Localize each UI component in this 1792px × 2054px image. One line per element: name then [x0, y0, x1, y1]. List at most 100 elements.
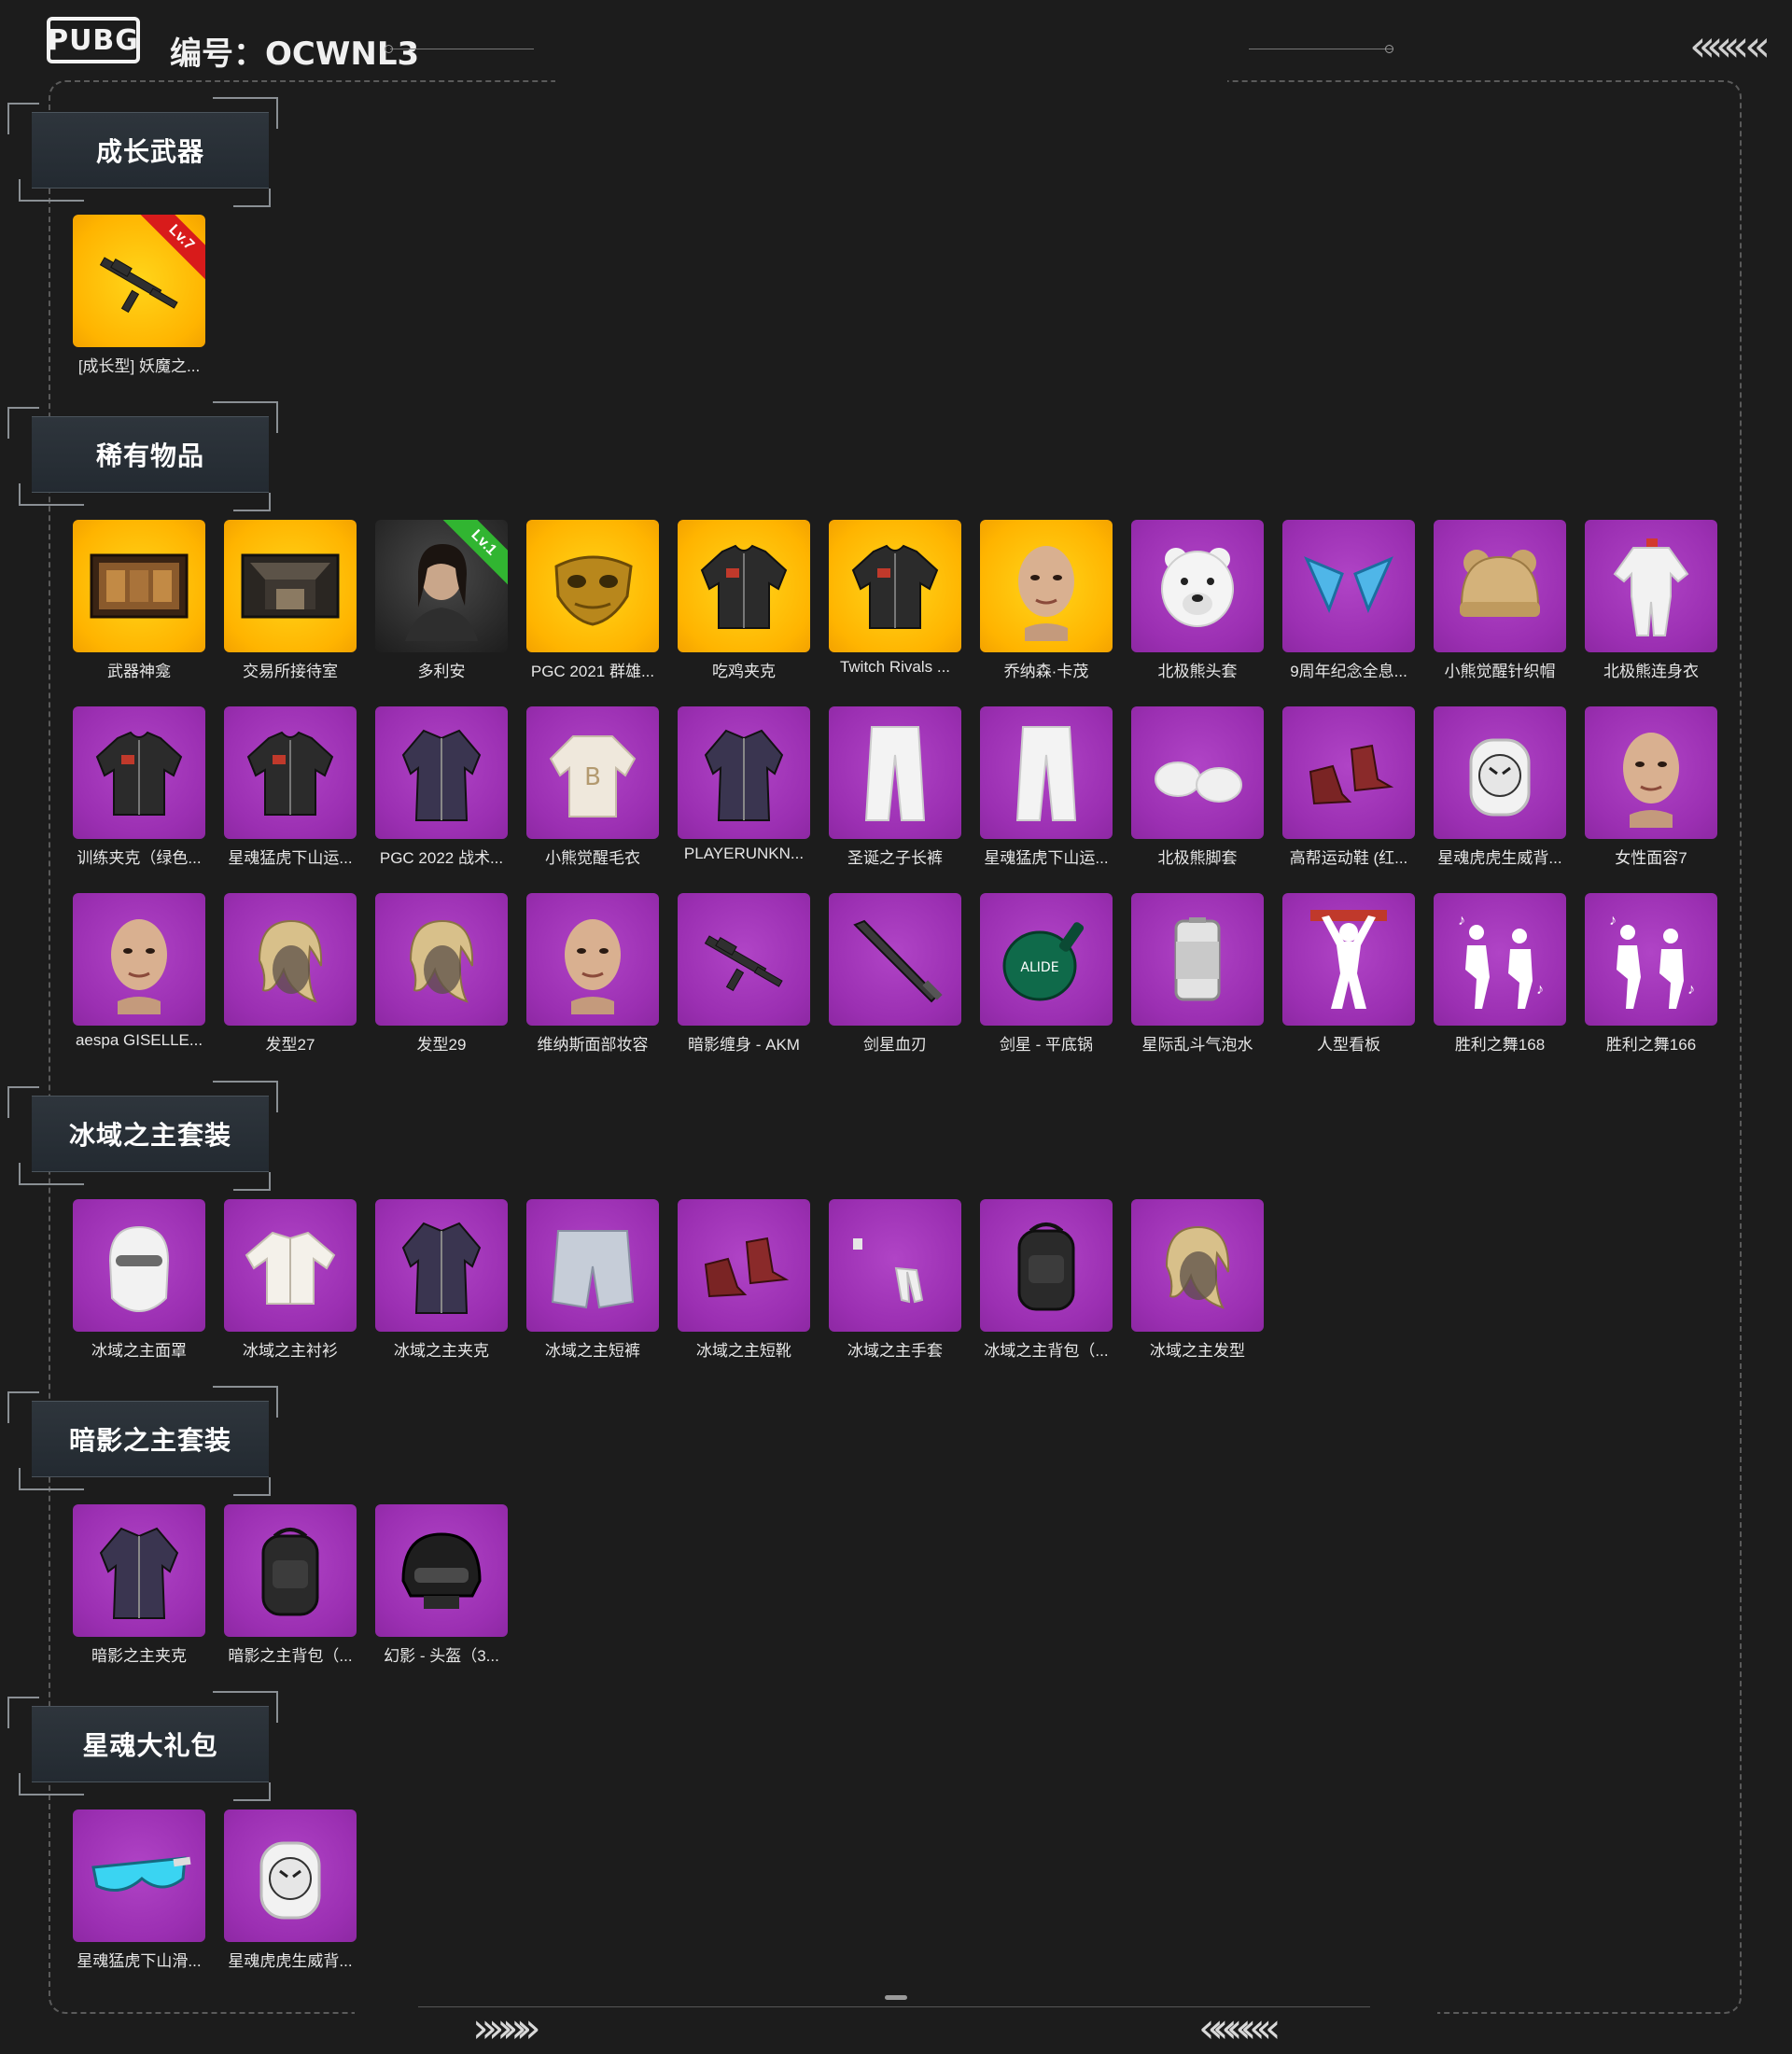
- item-thumbnail[interactable]: [678, 1199, 810, 1332]
- item-thumbnail[interactable]: [1585, 706, 1717, 839]
- inventory-item[interactable]: 暗影之主背包（...: [224, 1504, 357, 1668]
- inventory-item[interactable]: 北极熊头套: [1131, 520, 1264, 683]
- item-thumbnail[interactable]: [1131, 1199, 1264, 1332]
- item-thumbnail[interactable]: [526, 520, 659, 652]
- item-thumbnail[interactable]: [224, 893, 357, 1026]
- item-thumbnail[interactable]: [1131, 893, 1264, 1026]
- item-thumbnail[interactable]: Lv.7: [73, 215, 205, 347]
- inventory-item[interactable]: 冰域之主背包（...: [980, 1199, 1113, 1362]
- inventory-item[interactable]: 交易所接待室: [224, 520, 357, 683]
- inventory-item[interactable]: 乔纳森·卡茂: [980, 520, 1113, 683]
- inventory-item[interactable]: 圣诞之子长裤: [829, 706, 961, 870]
- inventory-item[interactable]: 暗影之主夹克: [73, 1504, 205, 1668]
- item-thumbnail[interactable]: [678, 706, 810, 839]
- item-thumbnail[interactable]: Lv.1: [375, 520, 508, 652]
- inventory-item[interactable]: 冰域之主衬衫: [224, 1199, 357, 1362]
- item-thumbnail[interactable]: [224, 1199, 357, 1332]
- inventory-item[interactable]: PLAYERUNKN...: [678, 706, 810, 870]
- inventory-item[interactable]: 人型看板: [1282, 893, 1415, 1056]
- item-thumbnail[interactable]: [829, 520, 961, 652]
- inventory-item[interactable]: 冰域之主发型: [1131, 1199, 1264, 1362]
- inventory-item[interactable]: 星际乱斗气泡水: [1131, 893, 1264, 1056]
- inventory-item[interactable]: 星魂猛虎下山运...: [980, 706, 1113, 870]
- inventory-item[interactable]: 幻影 - 头盔（3...: [375, 1504, 508, 1668]
- item-thumbnail[interactable]: [526, 1199, 659, 1332]
- item-thumbnail[interactable]: [829, 706, 961, 839]
- item-thumbnail[interactable]: [375, 893, 508, 1026]
- inventory-item[interactable]: 高帮运动鞋 (红...: [1282, 706, 1415, 870]
- item-thumbnail[interactable]: ♪ ♪: [1434, 893, 1566, 1026]
- inventory-item[interactable]: 星魂猛虎下山运...: [224, 706, 357, 870]
- inventory-item[interactable]: 北极熊连身衣: [1585, 520, 1717, 683]
- item-thumbnail[interactable]: [73, 893, 205, 1026]
- inventory-item[interactable]: ALIDE 剑星 - 平底锅: [980, 893, 1113, 1056]
- page-prev-chevron-icon[interactable]: «««« «: [1198, 2005, 1281, 2052]
- item-thumbnail[interactable]: [73, 1504, 205, 1637]
- inventory-item[interactable]: 小熊觉醒针织帽: [1434, 520, 1566, 683]
- nav-chevron-icon[interactable]: ««« «: [1689, 21, 1771, 71]
- scroll-handle[interactable]: [885, 1995, 907, 2000]
- inventory-item[interactable]: 北极熊脚套: [1131, 706, 1264, 870]
- item-thumbnail[interactable]: [1434, 520, 1566, 652]
- item-thumbnail[interactable]: [526, 893, 659, 1026]
- inventory-item[interactable]: 武器神龛: [73, 520, 205, 683]
- item-thumbnail[interactable]: B: [526, 706, 659, 839]
- item-thumbnail[interactable]: [375, 1504, 508, 1637]
- inventory-item[interactable]: aespa GISELLE...: [73, 893, 205, 1056]
- inventory-item[interactable]: PGC 2021 群雄...: [526, 520, 659, 683]
- inventory-item[interactable]: 冰域之主手套: [829, 1199, 961, 1362]
- item-thumbnail[interactable]: [375, 1199, 508, 1332]
- item-thumbnail[interactable]: [73, 520, 205, 652]
- svg-text:♪: ♪: [1687, 982, 1695, 998]
- item-thumbnail[interactable]: [1434, 706, 1566, 839]
- item-thumbnail[interactable]: [224, 706, 357, 839]
- item-thumbnail[interactable]: [1282, 706, 1415, 839]
- inventory-item[interactable]: 维纳斯面部妆容: [526, 893, 659, 1056]
- item-thumbnail[interactable]: [980, 706, 1113, 839]
- item-thumbnail[interactable]: [980, 1199, 1113, 1332]
- inventory-item[interactable]: 发型29: [375, 893, 508, 1056]
- inventory-item[interactable]: 女性面容7: [1585, 706, 1717, 870]
- inventory-item[interactable]: B 小熊觉醒毛衣: [526, 706, 659, 870]
- gold-mask-icon: [554, 555, 633, 626]
- item-thumbnail[interactable]: [73, 1809, 205, 1942]
- inventory-item[interactable]: 剑星血刃: [829, 893, 961, 1056]
- item-thumbnail[interactable]: ALIDE: [980, 893, 1113, 1026]
- inventory-item[interactable]: 9周年纪念全息...: [1282, 520, 1415, 683]
- inventory-item[interactable]: 冰域之主短裤: [526, 1199, 659, 1362]
- item-thumbnail[interactable]: [375, 706, 508, 839]
- item-thumbnail[interactable]: [1131, 706, 1264, 839]
- item-thumbnail[interactable]: [829, 1199, 961, 1332]
- inventory-item[interactable]: 暗影缠身 - AKM: [678, 893, 810, 1056]
- inventory-item[interactable]: 冰域之主短靴: [678, 1199, 810, 1362]
- inventory-item[interactable]: 冰域之主面罩: [73, 1199, 205, 1362]
- item-thumbnail[interactable]: [1282, 893, 1415, 1026]
- inventory-item[interactable]: Lv.7 [成长型] 妖魔之...: [73, 215, 205, 378]
- item-thumbnail[interactable]: [678, 893, 810, 1026]
- item-thumbnail[interactable]: [73, 706, 205, 839]
- item-thumbnail[interactable]: ♪ ♪: [1585, 893, 1717, 1026]
- inventory-item[interactable]: 发型27: [224, 893, 357, 1056]
- inventory-item[interactable]: 星魂虎虎生威背...: [224, 1809, 357, 1973]
- page-next-chevron-icon[interactable]: » »»»: [472, 2005, 541, 2052]
- item-thumbnail[interactable]: [224, 1809, 357, 1942]
- item-thumbnail[interactable]: [73, 1199, 205, 1332]
- inventory-item[interactable]: 星魂猛虎下山滑...: [73, 1809, 205, 1973]
- inventory-item[interactable]: 冰域之主夹克: [375, 1199, 508, 1362]
- inventory-item[interactable]: PGC 2022 战术...: [375, 706, 508, 870]
- item-thumbnail[interactable]: [1282, 520, 1415, 652]
- item-thumbnail[interactable]: [678, 520, 810, 652]
- item-thumbnail[interactable]: [980, 520, 1113, 652]
- inventory-item[interactable]: 吃鸡夹克: [678, 520, 810, 683]
- inventory-item[interactable]: 训练夹克（绿色...: [73, 706, 205, 870]
- item-thumbnail[interactable]: [1585, 520, 1717, 652]
- item-thumbnail[interactable]: [829, 893, 961, 1026]
- inventory-item[interactable]: ♪ ♪ 胜利之舞166: [1585, 893, 1717, 1056]
- item-thumbnail[interactable]: [224, 520, 357, 652]
- inventory-item[interactable]: Lv.1 多利安: [375, 520, 508, 683]
- inventory-item[interactable]: ♪ ♪ 胜利之舞168: [1434, 893, 1566, 1056]
- inventory-item[interactable]: 星魂虎虎生威背...: [1434, 706, 1566, 870]
- item-thumbnail[interactable]: [1131, 520, 1264, 652]
- inventory-item[interactable]: Twitch Rivals ...: [829, 520, 961, 683]
- item-thumbnail[interactable]: [224, 1504, 357, 1637]
